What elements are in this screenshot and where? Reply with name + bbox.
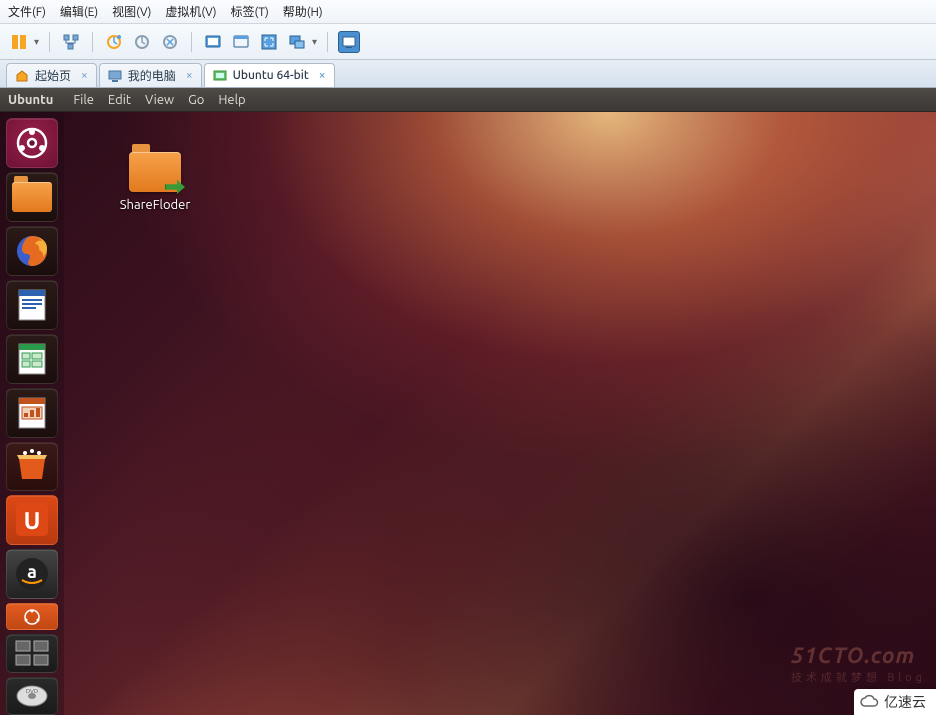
dvd-icon[interactable]: DVD <box>6 677 58 715</box>
close-icon[interactable]: × <box>319 69 326 82</box>
ubuntu-menu-help[interactable]: Help <box>218 93 245 107</box>
home-icon <box>15 69 29 83</box>
watermark-main: 51CTO.com <box>791 643 915 668</box>
impress-icon[interactable] <box>6 388 58 438</box>
ubuntu-menu-view[interactable]: View <box>145 93 174 107</box>
snapshot-take-icon[interactable] <box>103 31 125 53</box>
workspace-switcher-icon[interactable] <box>6 634 58 672</box>
svg-text:U: U <box>24 507 41 534</box>
menu-view[interactable]: 视图(V) <box>112 3 151 20</box>
menu-tabs[interactable]: 标签(T) <box>231 3 269 20</box>
badge-text: 亿速云 <box>884 692 926 712</box>
ubuntu-menu-file[interactable]: File <box>73 93 94 107</box>
watermark: 51CTO.com 技术成就梦想 Blog <box>791 643 926 685</box>
software-center-icon[interactable] <box>6 442 58 492</box>
firefox-icon[interactable] <box>6 226 58 276</box>
tab-ubuntu-vm[interactable]: Ubuntu 64-bit × <box>204 63 335 87</box>
snapshot-revert-icon[interactable] <box>131 31 153 53</box>
close-icon[interactable]: × <box>186 69 193 82</box>
tab-label: 我的电脑 <box>128 67 176 84</box>
dropdown-icon[interactable]: ▾ <box>312 36 317 48</box>
svg-text:a: a <box>27 562 37 582</box>
folder-label: ShareFloder <box>110 198 200 212</box>
snapshot-manage-icon[interactable] <box>159 31 181 53</box>
stacked-app-icon[interactable] <box>6 603 58 630</box>
vm-icon <box>213 69 227 83</box>
tab-label: 起始页 <box>35 67 71 84</box>
menu-vm[interactable]: 虚拟机(V) <box>165 3 216 20</box>
files-icon[interactable] <box>6 172 58 222</box>
amazon-icon[interactable]: a <box>6 549 58 599</box>
tab-mycomputer[interactable]: 我的电脑 × <box>99 63 202 87</box>
ubuntu-menubar: Ubuntu File Edit View Go Help <box>0 88 936 112</box>
snapshot-tree-icon[interactable] <box>60 31 82 53</box>
ubuntu-one-icon[interactable]: U <box>6 495 58 545</box>
unity-launcher: U a DVD <box>0 112 64 715</box>
writer-icon[interactable] <box>6 280 58 330</box>
separator <box>191 32 192 52</box>
ubuntu-menu-go[interactable]: Go <box>188 93 204 107</box>
svg-text:DVD: DVD <box>26 688 38 695</box>
separator <box>327 32 328 52</box>
dropdown-icon[interactable]: ▾ <box>34 36 39 48</box>
calc-icon[interactable] <box>6 334 58 384</box>
ubuntu-menu-edit[interactable]: Edit <box>108 93 131 107</box>
cloud-icon <box>860 694 880 710</box>
tab-label: Ubuntu 64-bit <box>233 69 309 82</box>
folder-icon <box>129 152 181 192</box>
unity-icon[interactable] <box>286 31 308 53</box>
guest-display: Ubuntu File Edit View Go Help ShareFlode… <box>0 88 936 715</box>
close-icon[interactable]: × <box>81 69 88 82</box>
menu-edit[interactable]: 编辑(E) <box>60 3 98 20</box>
app-name: Ubuntu <box>8 93 53 107</box>
host-menubar: 文件(F) 编辑(E) 视图(V) 虚拟机(V) 标签(T) 帮助(H) <box>0 0 936 24</box>
host-tab-strip: 起始页 × 我的电脑 × Ubuntu 64-bit × <box>0 60 936 88</box>
console-view-icon[interactable] <box>338 31 360 53</box>
fullscreen-icon[interactable] <box>258 31 280 53</box>
power-on-icon[interactable] <box>8 31 30 53</box>
fit-window-icon[interactable] <box>230 31 252 53</box>
share-arrow-icon <box>165 180 185 194</box>
dash-icon[interactable] <box>6 118 58 168</box>
menu-help[interactable]: 帮助(H) <box>283 3 323 20</box>
corner-badge: 亿速云 <box>854 689 936 715</box>
host-toolbar: ▾ ▾ <box>0 24 936 60</box>
folder-icon <box>12 182 52 212</box>
computer-icon <box>108 69 122 83</box>
menu-file[interactable]: 文件(F) <box>8 3 46 20</box>
separator <box>49 32 50 52</box>
fit-guest-icon[interactable] <box>202 31 224 53</box>
watermark-sub: 技术成就梦想 Blog <box>791 669 926 685</box>
tab-home[interactable]: 起始页 × <box>6 63 97 87</box>
separator <box>92 32 93 52</box>
ubuntu-desktop[interactable]: ShareFloder 51CTO.com 技术成就梦想 Blog <box>0 112 936 715</box>
desktop-folder-sharefloder[interactable]: ShareFloder <box>110 152 200 212</box>
